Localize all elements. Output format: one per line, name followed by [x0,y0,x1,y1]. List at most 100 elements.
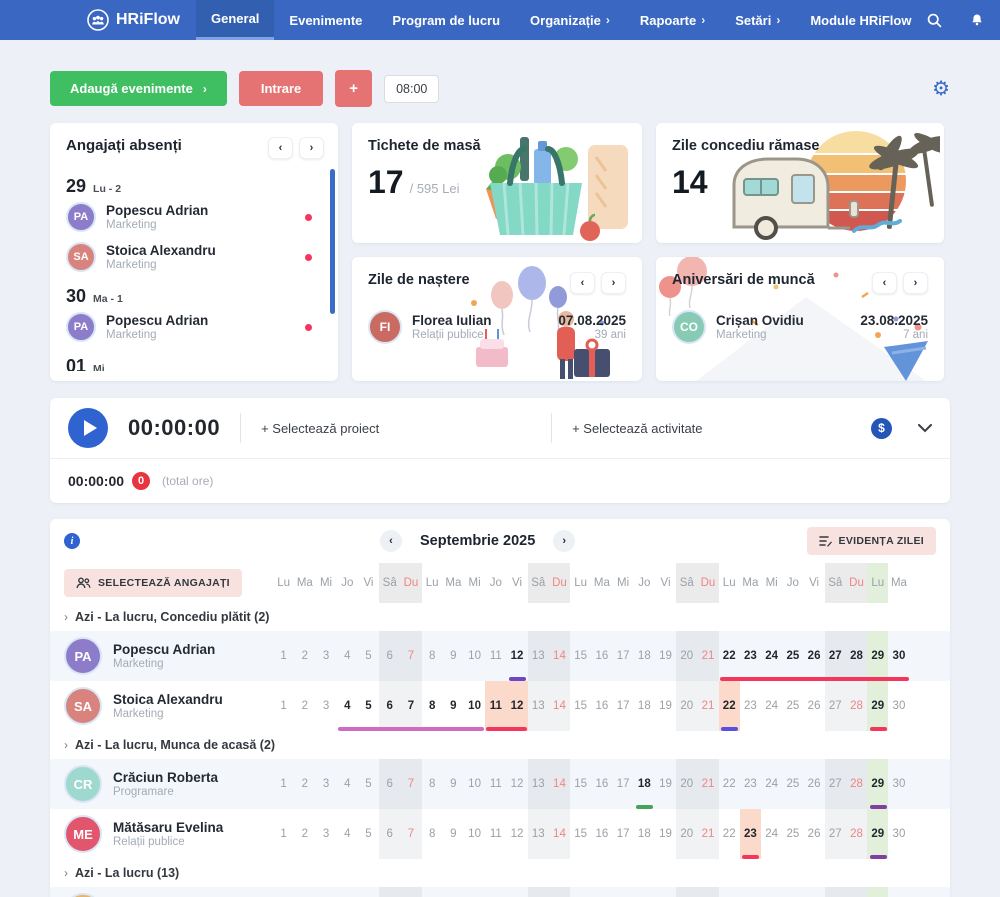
day-cell[interactable]: 24 [761,759,782,809]
birthdays-next-button[interactable]: › [601,272,626,294]
day-cell[interactable]: 2 [294,681,315,731]
day-cell[interactable]: 24 [761,631,782,681]
nav-item-evenimente[interactable]: Evenimente [274,0,377,40]
day-cell[interactable]: 26 [803,809,824,859]
nav-item-rapoarte[interactable]: Rapoarte› [625,0,720,40]
day-cell[interactable]: 6 [379,887,400,897]
day-cell[interactable]: 13 [528,809,549,859]
select-project-link[interactable]: + Selectează proiect [261,421,531,436]
day-cell[interactable]: 1 [273,809,294,859]
day-cell[interactable]: 11 [485,681,506,731]
day-cell[interactable]: 9 [443,887,464,897]
day-cell[interactable]: 3 [315,809,336,859]
nav-item-module-hriflow[interactable]: Module HRiFlow [795,0,926,40]
day-cell[interactable]: 18 [634,681,655,731]
day-cell[interactable]: 5 [358,809,379,859]
day-cell[interactable]: 3 [315,759,336,809]
day-cell[interactable]: 22 [719,809,740,859]
notifications-bell-icon[interactable] [969,12,985,29]
day-cell[interactable]: 27 [825,809,846,859]
search-icon[interactable] [926,12,943,29]
day-cell[interactable]: 4 [337,809,358,859]
add-events-button[interactable]: Adaugă evenimente › [50,71,227,106]
day-cell[interactable]: 5 [358,759,379,809]
day-cell[interactable]: 25 [782,887,803,897]
day-cell[interactable]: 28 [846,759,867,809]
day-cell[interactable]: 12 [506,887,527,897]
day-cell[interactable]: 11 [485,631,506,681]
day-cell[interactable]: 11 [485,887,506,897]
day-cell[interactable]: 21 [697,887,718,897]
day-cell[interactable]: 27 [825,631,846,681]
day-cell[interactable]: 29 [867,631,888,681]
calendar-group-header[interactable]: ›Azi - La lucru, Concediu plătit (2) [50,603,950,631]
day-cell[interactable]: 16 [591,759,612,809]
day-cell[interactable]: 13 [528,887,549,897]
day-cell[interactable]: 17 [613,759,634,809]
employee-info[interactable]: PAPopescu AdrianMarketing [64,637,215,675]
day-cell[interactable]: 23 [740,631,761,681]
day-cell[interactable]: 17 [613,809,634,859]
day-cell[interactable]: 9 [443,759,464,809]
day-cell[interactable]: 30 [888,759,909,809]
day-cell[interactable]: 12 [506,681,527,731]
day-cell[interactable]: 16 [591,887,612,897]
day-cell[interactable]: 30 [888,809,909,859]
day-cell[interactable]: 13 [528,681,549,731]
employee-info[interactable]: MEMătăsaru EvelinaRelații publice [64,815,223,853]
day-cell[interactable]: 10 [464,681,485,731]
day-cell[interactable]: 5 [358,631,379,681]
absent-employee-row[interactable]: PAPopescu AdrianMarketing [66,307,322,347]
day-cell[interactable]: 16 [591,809,612,859]
day-cell[interactable]: 1 [273,681,294,731]
anniversaries-prev-button[interactable]: ‹ [872,272,897,294]
day-cell[interactable]: 6 [379,759,400,809]
info-icon[interactable]: i [64,533,80,549]
day-cell[interactable]: 6 [379,681,400,731]
day-cell[interactable]: 13 [528,759,549,809]
day-cell[interactable]: 7 [400,809,421,859]
calendar-group-header[interactable]: ›Azi - La lucru, Munca de acasă (2) [50,731,950,759]
day-cell[interactable]: 10 [464,631,485,681]
day-cell[interactable]: 19 [655,759,676,809]
day-cell[interactable]: 7 [400,887,421,897]
day-cell[interactable]: 23 [740,887,761,897]
day-cell[interactable]: 29 [867,681,888,731]
clock-in-button[interactable]: Intrare [239,71,323,106]
day-cell[interactable]: 30 [888,887,909,897]
gear-icon[interactable]: ⚙ [932,76,950,101]
day-cell[interactable]: 10 [464,809,485,859]
day-cell[interactable]: 6 [379,631,400,681]
day-cell[interactable]: 25 [782,631,803,681]
day-cell[interactable]: 8 [422,631,443,681]
day-cell[interactable]: 21 [697,759,718,809]
day-cell[interactable]: 4 [337,759,358,809]
day-cell[interactable]: 7 [400,631,421,681]
day-cell[interactable]: 15 [570,681,591,731]
day-cell[interactable]: 26 [803,631,824,681]
day-cell[interactable]: 20 [676,759,697,809]
day-cell[interactable]: 20 [676,809,697,859]
day-cell[interactable]: 18 [634,887,655,897]
day-cell[interactable]: 26 [803,681,824,731]
absent-employee-row[interactable]: SAStoica AlexandruMarketing [66,237,322,277]
day-cell[interactable]: 26 [803,887,824,897]
day-cell[interactable]: 21 [697,681,718,731]
day-cell[interactable]: 4 [337,681,358,731]
select-activity-link[interactable]: + Selectează activitate [572,421,871,436]
day-evidence-button[interactable]: EVIDENȚA ZILEI [807,527,936,555]
absent-next-button[interactable]: › [299,137,324,159]
day-cell[interactable]: 11 [485,759,506,809]
day-cell[interactable]: 27 [825,759,846,809]
day-cell[interactable]: 9 [443,681,464,731]
employee-info[interactable]: CRCrăciun RobertaProgramare [64,765,218,803]
day-cell[interactable]: 28 [846,631,867,681]
day-cell[interactable]: 15 [570,631,591,681]
day-cell[interactable]: 22 [719,759,740,809]
day-cell[interactable]: 19 [655,887,676,897]
billable-money-icon[interactable]: $ [871,418,892,439]
day-cell[interactable]: 16 [591,681,612,731]
day-cell[interactable]: 30 [888,631,909,681]
day-cell[interactable]: 23 [740,759,761,809]
day-cell[interactable]: 14 [549,887,570,897]
